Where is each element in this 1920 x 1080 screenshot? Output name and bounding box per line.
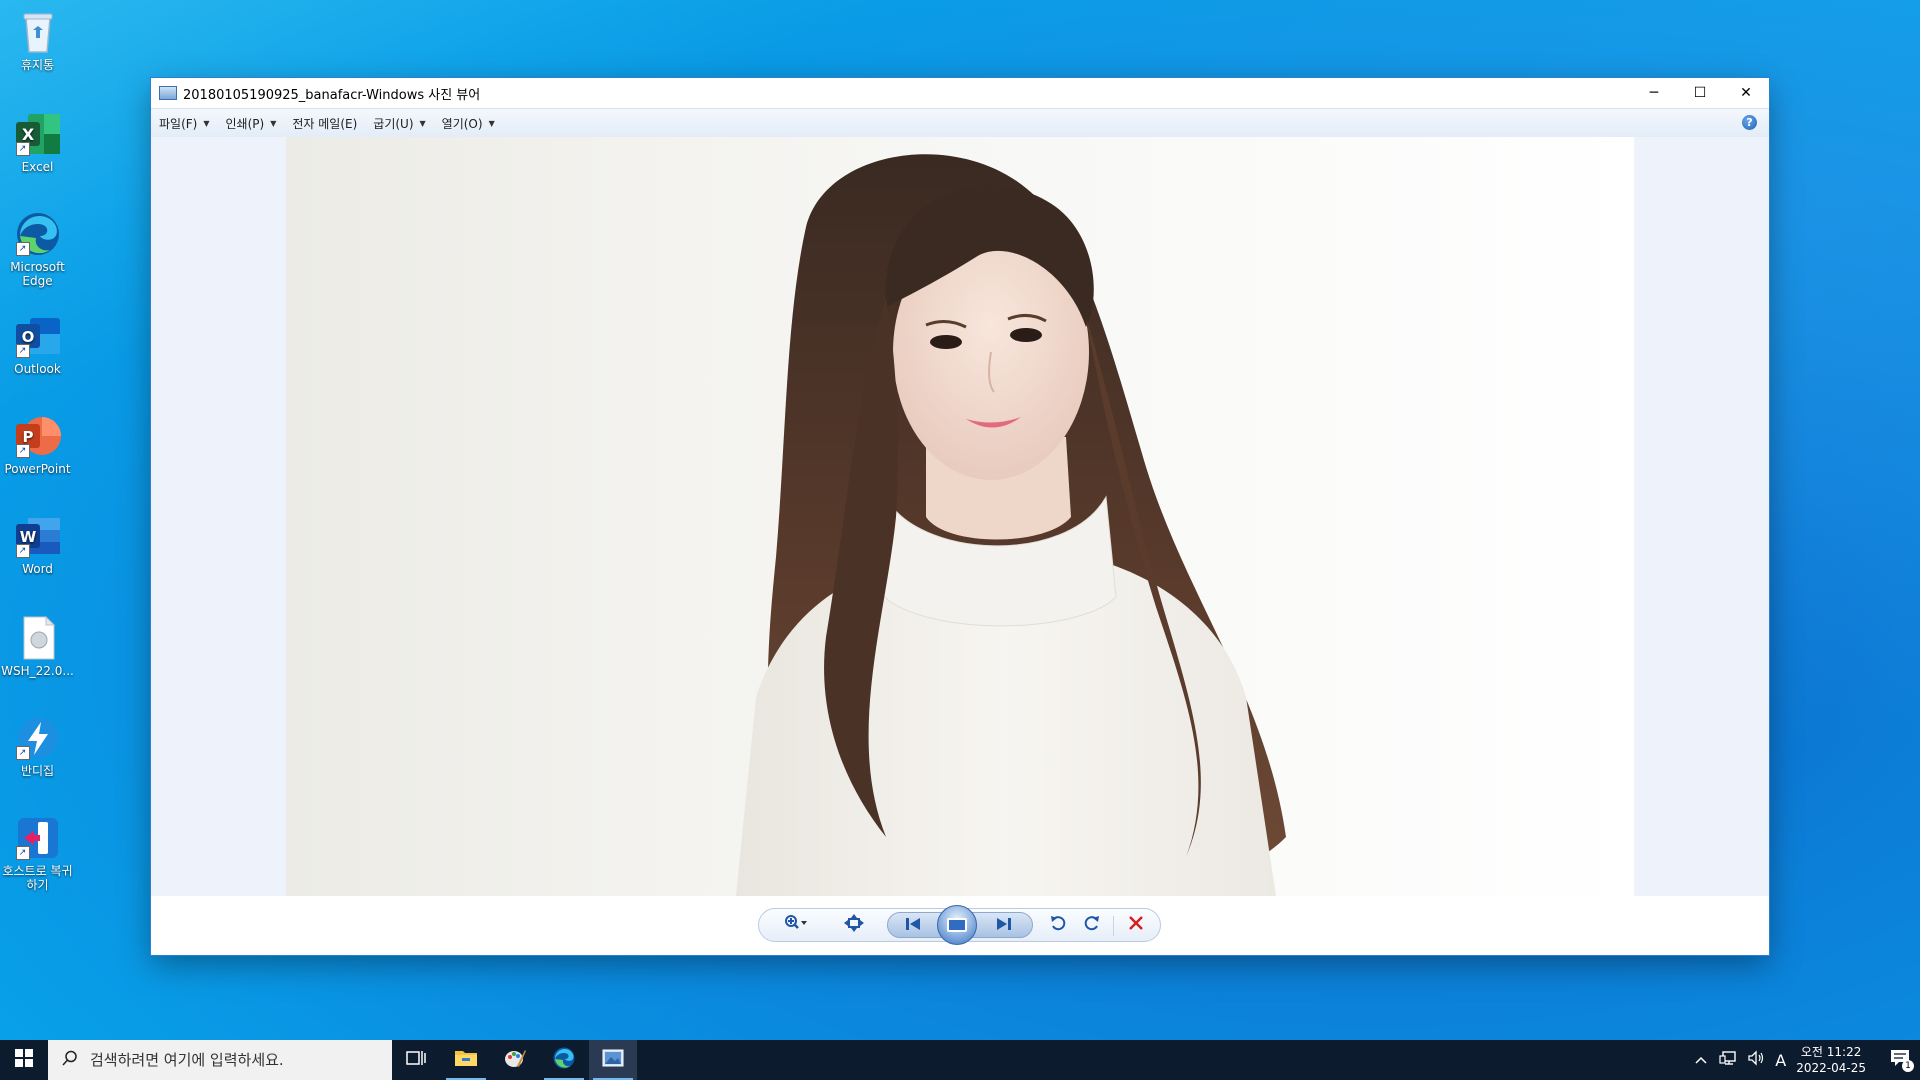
- menu-print[interactable]: 인쇄(P) ▼: [226, 115, 277, 132]
- file-icon: [14, 614, 62, 662]
- desktop-icon-label: Excel: [21, 160, 54, 174]
- zoom-icon: [784, 914, 808, 936]
- notification-count-badge: 1: [1902, 1060, 1914, 1072]
- next-button[interactable]: [983, 909, 1025, 941]
- slideshow-icon: [947, 918, 967, 932]
- window-controls: ─ ☐ ✕: [1631, 78, 1769, 108]
- desktop-icon-excel[interactable]: X ↗ Excel: [0, 110, 75, 174]
- title-bar[interactable]: 20180105190925_banafacr-Windows 사진 뷰어 ─ …: [151, 78, 1769, 108]
- minimize-button[interactable]: ─: [1631, 78, 1677, 108]
- powerpoint-icon: P ↗: [14, 412, 62, 460]
- photo-viewer-app-icon: [601, 1048, 625, 1072]
- show-hidden-icons-chevron-icon[interactable]: [1695, 1053, 1707, 1068]
- taskbar-photo-viewer[interactable]: [589, 1040, 637, 1080]
- taskbar: A 오전 11:22 2022-04-25 1: [0, 1040, 1920, 1080]
- paint-icon: [503, 1046, 527, 1074]
- rotate-counterclockwise-button[interactable]: [1043, 909, 1073, 941]
- previous-icon: [904, 916, 922, 935]
- dropdown-arrow-icon: ▼: [419, 118, 426, 128]
- desktop-icon-bandizip[interactable]: ↗ 반디집: [0, 714, 75, 778]
- word-icon: W ↗: [14, 512, 62, 560]
- clock-date: 2022-04-25: [1796, 1061, 1866, 1075]
- photo-viewer-window: 20180105190925_banafacr-Windows 사진 뷰어 ─ …: [151, 78, 1769, 955]
- zoom-button[interactable]: [779, 909, 813, 941]
- desktop-icon-powerpoint[interactable]: P ↗ PowerPoint: [0, 412, 75, 476]
- menu-open[interactable]: 열기(O) ▼: [442, 115, 495, 132]
- image-viewport[interactable]: [151, 137, 1769, 896]
- help-icon[interactable]: ?: [1742, 115, 1757, 130]
- system-tray: A 오전 11:22 2022-04-25 1: [1695, 1040, 1920, 1080]
- maximize-button[interactable]: ☐: [1677, 78, 1723, 108]
- desktop-icon-word[interactable]: W ↗ Word: [0, 512, 75, 576]
- bottom-toolbar-area: [151, 896, 1769, 955]
- desktop-icon-label: 휴지통: [20, 58, 55, 72]
- actual-size-icon: [844, 914, 864, 936]
- windows-logo-icon: [15, 1049, 33, 1071]
- menu-file[interactable]: 파일(F) ▼: [159, 115, 210, 132]
- taskbar-file-explorer[interactable]: [442, 1040, 490, 1080]
- input-method-indicator[interactable]: A: [1775, 1051, 1786, 1070]
- taskbar-edge[interactable]: [540, 1040, 588, 1080]
- search-input[interactable]: [88, 1050, 382, 1070]
- rotate-clockwise-icon: [1083, 914, 1101, 936]
- desktop-icon-label: WSH_22.0...: [1, 664, 74, 678]
- desktop-icon-label: 반디집: [20, 764, 55, 778]
- taskbar-clock[interactable]: 오전 11:22 2022-04-25: [1796, 1044, 1866, 1076]
- viewer-toolbar: [758, 905, 1161, 945]
- action-center-button[interactable]: 1: [1880, 1040, 1920, 1080]
- outlook-icon: O ↗: [14, 312, 62, 360]
- desktop-icon-recycle-bin[interactable]: 휴지통: [0, 8, 75, 72]
- start-button[interactable]: [0, 1040, 48, 1080]
- menu-bar: 파일(F) ▼ 인쇄(P) ▼ 전자 메일(E) 굽기(U) ▼ 열기(O) ▼ ?: [151, 108, 1769, 138]
- close-button[interactable]: ✕: [1723, 78, 1769, 108]
- actual-size-button[interactable]: [839, 909, 869, 941]
- displayed-photo: [286, 137, 1634, 896]
- edge-icon: ↗: [14, 210, 62, 258]
- previous-button[interactable]: [893, 909, 933, 941]
- window-title: 20180105190925_banafacr-Windows 사진 뷰어: [183, 87, 481, 103]
- taskbar-paint-app[interactable]: [491, 1040, 539, 1080]
- desktop-icon-edge[interactable]: ↗ Microsoft Edge: [0, 210, 75, 288]
- clock-time: 오전 11:22: [1800, 1045, 1862, 1059]
- toolbar-separator: [1113, 916, 1114, 936]
- network-icon[interactable]: [1719, 1050, 1737, 1070]
- edge-icon: [552, 1046, 576, 1074]
- delete-icon: [1128, 915, 1144, 935]
- desktop-icon-label: 호스트로 복귀하기: [2, 864, 73, 892]
- bandizip-icon: ↗: [14, 714, 62, 762]
- search-icon: [62, 1050, 78, 1070]
- delete-button[interactable]: [1119, 909, 1153, 941]
- dropdown-arrow-icon: ▼: [488, 118, 495, 128]
- photo-viewer-app-icon: [159, 86, 177, 100]
- desktop-icon-label: PowerPoint: [4, 462, 71, 476]
- task-view-icon: [406, 1049, 426, 1071]
- desktop-icon-outlook[interactable]: O ↗ Outlook: [0, 312, 75, 376]
- dropdown-arrow-icon: ▼: [203, 118, 210, 128]
- next-icon: [995, 916, 1013, 935]
- volume-icon[interactable]: [1747, 1050, 1765, 1070]
- portrait-photo-illustration: [736, 154, 1286, 896]
- task-view-button[interactable]: [392, 1040, 440, 1080]
- recycle-bin-icon: [14, 8, 62, 56]
- dropdown-arrow-icon: ▼: [270, 118, 277, 128]
- slideshow-button[interactable]: [937, 905, 977, 945]
- folder-icon: [454, 1048, 478, 1072]
- menu-burn[interactable]: 굽기(U) ▼: [373, 115, 425, 132]
- host-return-icon: ↗: [14, 814, 62, 862]
- desktop-icon-label: Word: [22, 562, 53, 576]
- desktop-icon-host-return[interactable]: ↗ 호스트로 복귀하기: [0, 814, 75, 892]
- rotate-counterclockwise-icon: [1049, 914, 1067, 936]
- desktop-icon-wsh-file[interactable]: WSH_22.0...: [0, 614, 75, 678]
- menu-email[interactable]: 전자 메일(E): [292, 115, 357, 132]
- rotate-clockwise-button[interactable]: [1077, 909, 1107, 941]
- taskbar-search-box[interactable]: [48, 1040, 392, 1080]
- excel-icon: X ↗: [14, 110, 62, 158]
- desktop-icon-label: Microsoft Edge: [10, 260, 65, 288]
- desktop-icon-label: Outlook: [14, 362, 61, 376]
